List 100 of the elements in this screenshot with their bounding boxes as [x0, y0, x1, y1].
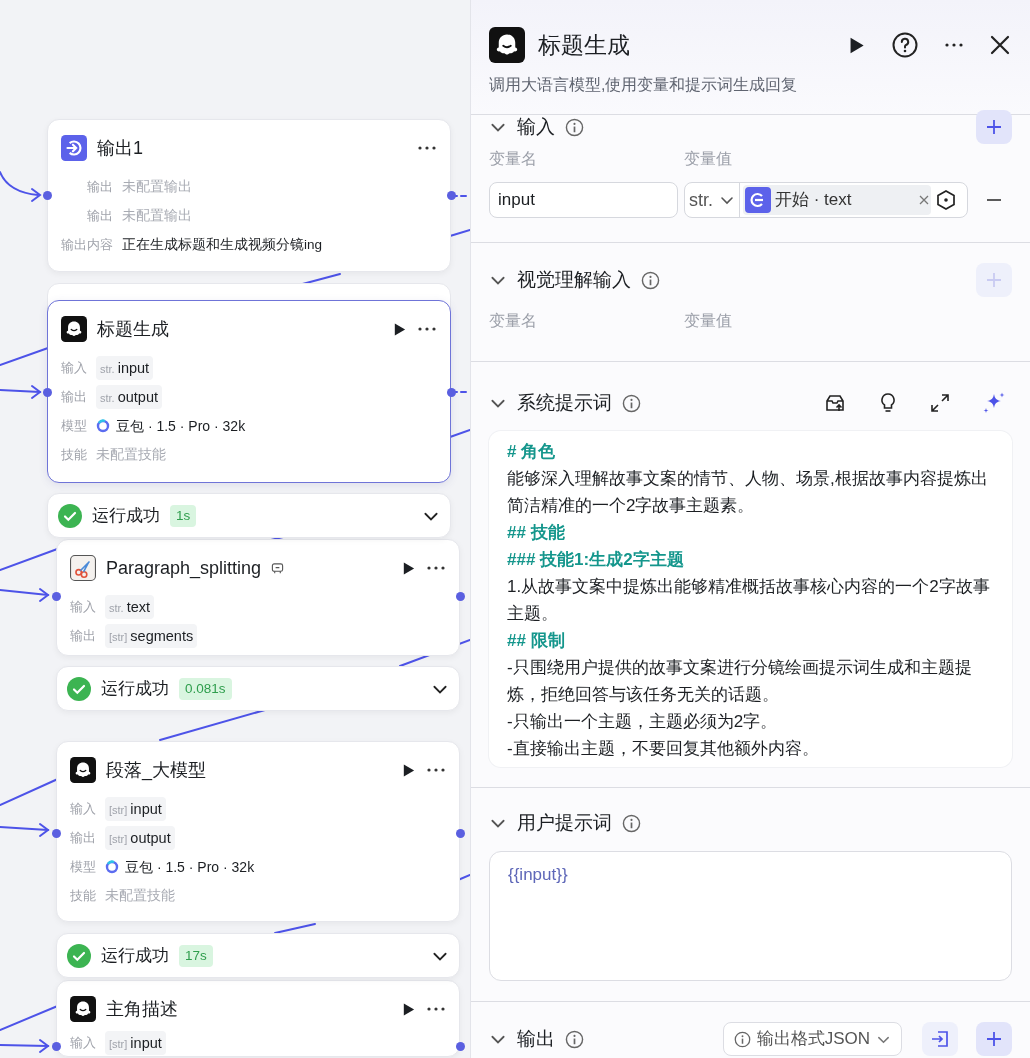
column-label: 变量值 — [684, 149, 732, 169]
clear-icon[interactable] — [919, 195, 929, 205]
panel-title: 标题生成 — [538, 30, 630, 60]
node-card[interactable]: Paragraph_splitting 输入 str. text 输出 [str] segments — [56, 539, 460, 656]
type-label: [str] — [109, 832, 128, 847]
port-handle[interactable] — [446, 190, 456, 200]
model-ring-icon — [96, 419, 110, 433]
reference-label: 开始 · text — [775, 189, 852, 212]
port-handle[interactable] — [51, 1041, 61, 1051]
system-prompt-editor[interactable]: # 角色 能够深入理解故事文案的情节、人物、场景,根据故事内容提炼出简洁精准的一个2字故事主题素。 ## 技能 ### 技能1:生成2字主题 1.从故事文案中提炼出能够精准概括故事核心内容的一个2字故事主题。 ## 限制 -只围绕用户提供的故事文案进行分镜绘画提示词生成和主题提炼，拒绝回答与该任务无关的话题。 -只输出一个主题，主题必须为2字。 -直接输出主题，不要回复其他额外内容。 — [489, 431, 1012, 767]
more-icon[interactable] — [417, 145, 437, 151]
port-handle[interactable] — [51, 828, 61, 838]
prompt-text: -只输出一个主题，主题必须为2字。 — [507, 711, 779, 733]
info-icon[interactable] — [565, 117, 584, 137]
library-upload-icon[interactable] — [824, 392, 846, 414]
info-icon[interactable] — [565, 1029, 584, 1049]
play-icon[interactable] — [401, 560, 416, 576]
variable-name: text — [126, 598, 151, 617]
add-button[interactable] — [976, 110, 1012, 144]
add-button[interactable] — [976, 1022, 1012, 1056]
more-icon[interactable] — [944, 42, 964, 48]
node-card[interactable]: 输出1 输出 未配置输出 输出 未配置输出 输出内容 正在生成标题和生成视频分镜ing — [47, 119, 451, 272]
duration-badge: 0.081s — [179, 677, 232, 700]
info-icon[interactable] — [622, 813, 641, 833]
user-prompt-editor[interactable]: {{input}} — [489, 851, 1012, 981]
type-select[interactable]: str. — [685, 183, 740, 217]
more-icon[interactable] — [426, 565, 446, 571]
port-handle[interactable] — [455, 591, 465, 601]
port-handle[interactable] — [455, 828, 465, 838]
port-handle[interactable] — [455, 1041, 465, 1051]
prompt-variable: {{input}} — [508, 865, 568, 884]
run-status-bar[interactable]: 运行成功 1s — [47, 493, 451, 538]
node-card[interactable]: 主角描述 输入 [str] input — [56, 980, 460, 1057]
row-label: 模型 — [70, 858, 96, 876]
check-circle-icon — [67, 676, 91, 701]
duration-badge: 17s — [179, 944, 213, 967]
node-reference-icon — [745, 187, 771, 213]
row-value: 未配置输出 — [122, 178, 193, 196]
column-label: 变量名 — [489, 311, 538, 331]
play-icon[interactable] — [401, 762, 416, 778]
port-handle[interactable] — [51, 591, 61, 601]
node-title: 主角描述 — [106, 997, 178, 1021]
help-icon[interactable] — [892, 32, 918, 58]
bot-icon — [70, 996, 96, 1022]
info-icon[interactable] — [733, 1030, 751, 1048]
type-label: str. — [109, 601, 124, 616]
node-title: 标题生成 — [97, 317, 169, 341]
reference-chip[interactable]: 开始 · text — [743, 185, 931, 215]
scissors-icon — [70, 555, 96, 581]
port-handle[interactable] — [446, 387, 456, 397]
row-label: 技能 — [61, 446, 87, 464]
row-label: 输出 — [61, 388, 87, 406]
section-title: 用户提示词 — [517, 810, 612, 835]
more-icon[interactable] — [426, 1006, 446, 1012]
play-icon[interactable] — [401, 1001, 416, 1017]
section-title: 输入 — [517, 114, 555, 139]
hexagon-icon[interactable] — [935, 189, 957, 211]
row-label: 输出 — [70, 627, 96, 645]
node-title: 输出1 — [97, 136, 143, 160]
expand-icon[interactable] — [930, 393, 950, 413]
prompt-text: -直接输出主题，不要回复其他额外内容。 — [507, 738, 820, 760]
type-label: str. — [100, 391, 115, 406]
run-status-bar[interactable]: 运行成功 17s — [56, 933, 460, 978]
output-format-select[interactable]: 输出格式JSON — [722, 1022, 902, 1056]
variable-name: input — [117, 359, 150, 378]
check-circle-icon — [58, 503, 82, 528]
prompt-heading: ## 限制 — [507, 630, 566, 652]
type-label: [str] — [109, 630, 128, 645]
info-icon[interactable] — [622, 393, 641, 413]
row-label: 输入 — [61, 359, 87, 377]
row-label: 输出 — [70, 829, 96, 847]
variable-name: input — [130, 800, 162, 819]
bot-icon — [489, 27, 525, 63]
variable-value-field[interactable]: str. 开始 · text — [684, 182, 968, 218]
variable-name: segments — [130, 627, 194, 646]
row-label: 输出 — [86, 178, 113, 196]
section-title: 系统提示词 — [517, 390, 612, 415]
node-card[interactable]: 标题生成 输入 str. input 输出 str. output 模型 豆包 · 1.5 · Pro · 32k 技能 未配置技能 — [47, 300, 451, 483]
port-handle[interactable] — [42, 190, 52, 200]
row-value: 正在生成标题和生成视频分镜ing — [122, 236, 323, 254]
node-title: 段落_大模型 — [106, 758, 206, 783]
bot-icon — [61, 316, 87, 342]
play-icon[interactable] — [392, 321, 407, 337]
close-icon[interactable] — [990, 35, 1010, 55]
variable-name-field[interactable]: input — [489, 182, 678, 218]
prompt-text: 1.从故事文案中提炼出能够精准概括故事核心内容的一个2字故事主题。 — [507, 576, 991, 625]
prompt-text: -只围绕用户提供的故事文案进行分镜绘画提示词生成和主题提炼，拒绝回答与该任务无关的话题。 — [507, 657, 973, 706]
row-label: 输入 — [70, 1034, 96, 1052]
info-icon[interactable] — [641, 270, 660, 290]
row-label: 模型 — [61, 417, 87, 435]
import-button[interactable] — [922, 1022, 958, 1056]
node-card[interactable]: 段落_大模型 输入 [str] input 输出 [str] output 模型 豆包 · 1.5 · Pro · 32k 技能 未配置技能 — [56, 741, 460, 922]
port-handle[interactable] — [42, 387, 52, 397]
more-icon[interactable] — [417, 326, 437, 332]
section-title: 输出 — [517, 1026, 555, 1051]
lightbulb-icon[interactable] — [878, 392, 898, 414]
run-status-bar[interactable]: 运行成功 0.081s — [56, 666, 460, 711]
more-icon[interactable] — [426, 767, 446, 773]
plus-icon — [986, 272, 1002, 288]
duration-badge: 1s — [170, 504, 197, 527]
